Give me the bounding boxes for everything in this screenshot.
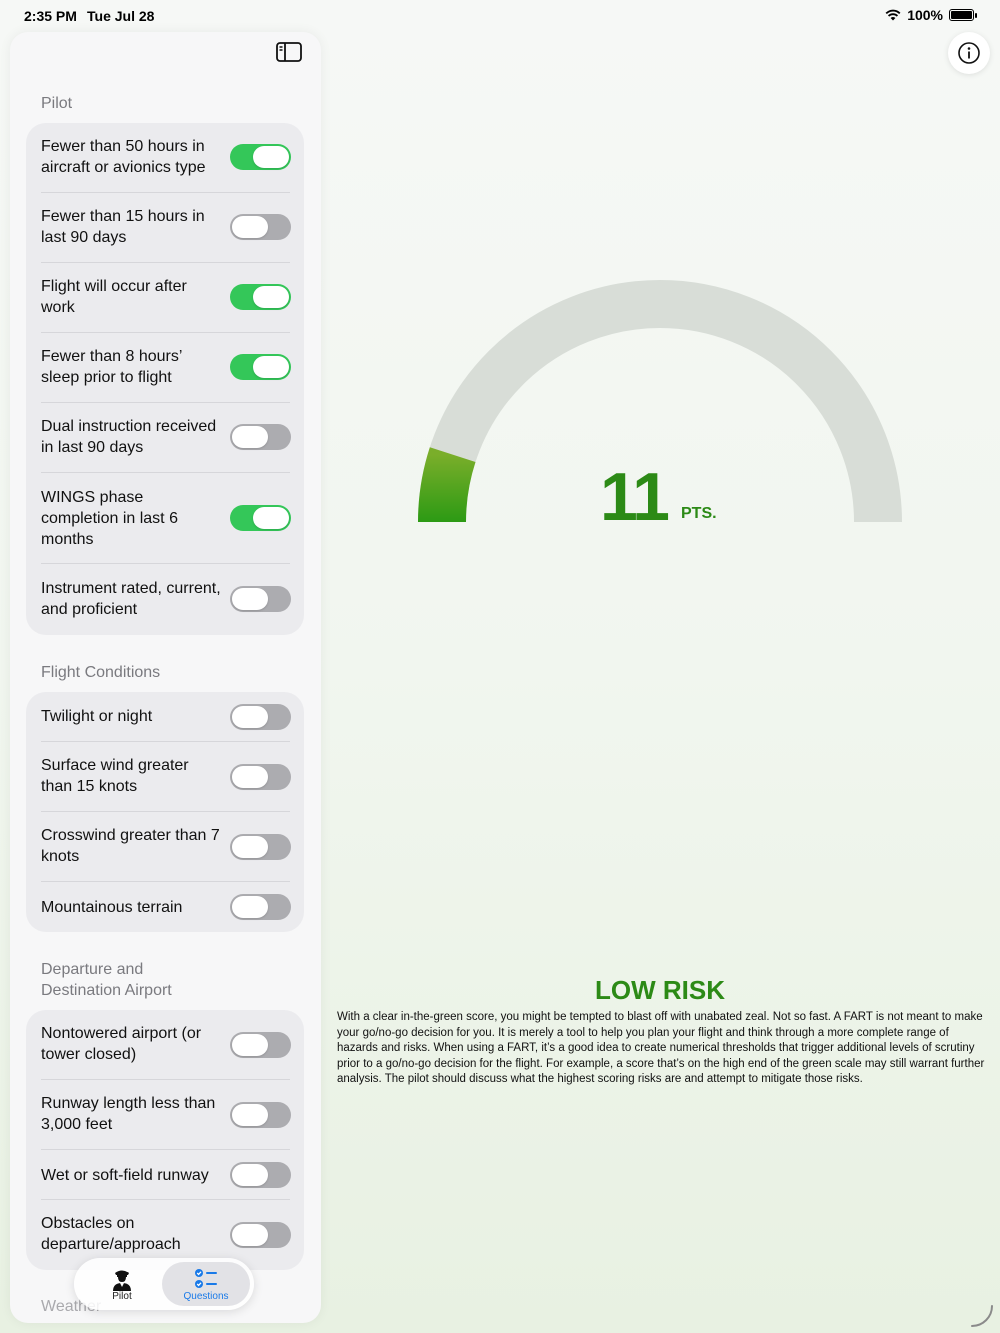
toggle-knob (232, 836, 268, 858)
section-title-flight-conditions: Flight Conditions (41, 664, 161, 681)
question-group-departure-destination: Nontowered airport (or tower closed) Run… (26, 1010, 304, 1270)
section-title-departure-destination: Departure and Destination Airport (41, 961, 172, 999)
battery-icon (949, 9, 977, 21)
toggle-knob (253, 507, 289, 529)
question-row[interactable]: Fewer than 50 hours in aircraft or avion… (26, 123, 304, 193)
status-date: Tue Jul 28 (87, 8, 155, 24)
sidebar: Pilot Fewer than 50 hours in aircraft or… (10, 32, 321, 1323)
question-row[interactable]: Twilight or night (26, 692, 304, 742)
score-value: 11 (600, 459, 670, 535)
tab-questions[interactable]: Questions (162, 1262, 250, 1306)
toggle-switch[interactable] (230, 586, 291, 612)
question-row[interactable]: Mountainous terrain (26, 882, 304, 932)
pilot-icon (113, 1270, 131, 1291)
tab-bar: Pilot Questions (74, 1258, 254, 1310)
question-label: Mountainous terrain (41, 899, 183, 916)
score-unit: PTS. (681, 505, 717, 522)
toggle-knob (232, 216, 268, 238)
question-row[interactable]: WINGS phase completion in last 6 months (26, 473, 304, 564)
toggle-knob (232, 896, 268, 918)
question-row[interactable]: Surface wind greater than 15 knots (26, 742, 304, 812)
sidebar-toggle-icon[interactable] (276, 42, 302, 62)
toggle-switch[interactable] (230, 214, 291, 240)
toggle-knob (232, 1034, 268, 1056)
question-row[interactable]: Crosswind greater than 7 knots (26, 812, 304, 882)
toggle-switch[interactable] (230, 354, 291, 380)
question-group-flight-conditions: Twilight or night Surface wind greater t… (26, 692, 304, 932)
question-label: Dual instruction received in last 90 day… (41, 418, 217, 456)
toggle-knob (232, 1164, 268, 1186)
info-button[interactable] (948, 32, 990, 74)
question-label: Twilight or night (41, 708, 153, 725)
toggle-knob (232, 426, 268, 448)
toggle-knob (232, 588, 268, 610)
question-row[interactable]: Wet or soft-field runway (26, 1150, 304, 1200)
tab-label: Questions (183, 1291, 229, 1302)
toggle-knob (232, 706, 268, 728)
status-time: 2:35 PM (24, 8, 77, 24)
toggle-switch[interactable] (230, 1102, 291, 1128)
toggle-knob (232, 1224, 268, 1246)
question-group-pilot: Fewer than 50 hours in aircraft or avion… (26, 123, 304, 635)
toggle-switch[interactable] (230, 894, 291, 920)
question-row[interactable]: Nontowered airport (or tower closed) (26, 1010, 304, 1080)
toggle-knob (253, 146, 289, 168)
toggle-switch[interactable] (230, 424, 291, 450)
toggle-switch[interactable] (230, 764, 291, 790)
toggle-switch[interactable] (230, 505, 291, 531)
question-label: Surface wind greater than 15 knots (41, 757, 189, 795)
toggle-switch[interactable] (230, 704, 291, 730)
question-row[interactable]: Fewer than 8 hours’ sleep prior to fligh… (26, 333, 304, 403)
question-row[interactable]: Fewer than 15 hours in last 90 days (26, 193, 304, 263)
risk-level-title: LOW RISK (595, 975, 725, 1005)
question-row[interactable]: Dual instruction received in last 90 day… (26, 403, 304, 473)
resize-handle-icon[interactable] (966, 1300, 996, 1330)
toggle-switch[interactable] (230, 284, 291, 310)
question-label: Fewer than 8 hours’ sleep prior to fligh… (41, 348, 182, 386)
toggle-switch[interactable] (230, 144, 291, 170)
question-label: Instrument rated, current, and proficien… (41, 580, 221, 618)
info-icon (958, 42, 980, 64)
question-label: Wet or soft-field runway (41, 1167, 209, 1184)
toggle-switch[interactable] (230, 1162, 291, 1188)
toggle-knob (232, 766, 268, 788)
question-label: Fewer than 15 hours in last 90 days (41, 208, 205, 246)
toggle-knob (253, 356, 289, 378)
risk-description: With a clear in-the-green score, you mig… (337, 1011, 985, 1085)
question-label: Crosswind greater than 7 knots (41, 827, 220, 865)
battery-percent: 100% (907, 7, 943, 23)
section-title-pilot: Pilot (41, 95, 73, 112)
checklist-icon (195, 1269, 217, 1288)
status-indicators: 100% (885, 7, 977, 23)
toggle-knob (253, 286, 289, 308)
gauge-fill (418, 447, 476, 523)
tab-label: Pilot (112, 1291, 132, 1302)
tab-pilot[interactable]: Pilot (78, 1262, 166, 1306)
question-label: WINGS phase completion in last 6 months (41, 489, 178, 548)
question-row[interactable]: Flight will occur after work (26, 263, 304, 333)
question-label: Nontowered airport (or tower closed) (41, 1025, 202, 1063)
question-label: Runway length less than 3,000 feet (41, 1095, 216, 1133)
toggle-switch[interactable] (230, 1032, 291, 1058)
toggle-switch[interactable] (230, 1222, 291, 1248)
toggle-knob (232, 1104, 268, 1126)
question-label: Obstacles on departure/approach (41, 1215, 181, 1253)
question-label: Flight will occur after work (41, 278, 187, 316)
question-row[interactable]: Instrument rated, current, and proficien… (26, 564, 304, 635)
question-label: Fewer than 50 hours in aircraft or avion… (41, 138, 206, 176)
status-bar: 2:35 PM Tue Jul 28 100% (0, 0, 1000, 32)
wifi-icon (885, 9, 901, 21)
question-row[interactable]: Runway length less than 3,000 feet (26, 1080, 304, 1150)
toggle-switch[interactable] (230, 834, 291, 860)
